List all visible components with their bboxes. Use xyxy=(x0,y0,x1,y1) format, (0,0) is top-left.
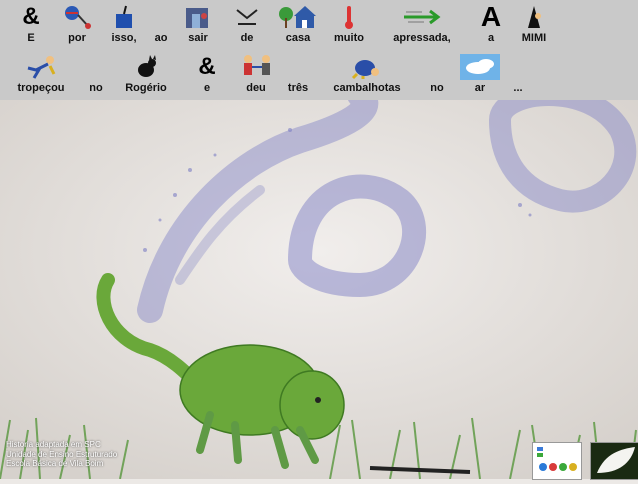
witch-icon xyxy=(528,6,541,28)
people-logo-icon xyxy=(537,447,577,471)
symbol-ellipsis: ... xyxy=(513,82,523,94)
credit-line: Escola Básica de Vila Boim xyxy=(6,459,104,468)
ampersand-symbol: & xyxy=(22,3,40,30)
symbol-apressada: apressada, xyxy=(382,0,462,50)
school-logo xyxy=(532,442,582,480)
sentence-row-1: & E por isso, ao sair de casa muito apre… xyxy=(0,0,638,50)
cat-smoke-illustration xyxy=(0,100,638,479)
symbol-isso: isso, xyxy=(106,0,142,50)
symbol-ao: ao xyxy=(154,32,168,44)
symbol-e2: & e xyxy=(190,50,224,100)
point-box-icon xyxy=(116,5,132,28)
symbol-rogerio: Rogério xyxy=(114,50,178,100)
credits: Historia adaptada em SPC Unidade de Ensi… xyxy=(6,440,117,469)
symbol-muito: muito xyxy=(326,0,372,50)
cause-icon xyxy=(65,6,91,29)
cat-icon xyxy=(138,55,156,77)
credit-line: Historia adaptada em SPC xyxy=(6,440,101,449)
symbol-deu: deu xyxy=(236,50,276,100)
symbol-tropecou: tropeçou xyxy=(8,50,74,100)
project-logo xyxy=(590,442,638,480)
symbol-casa: casa xyxy=(276,0,320,50)
somersault-icon xyxy=(351,60,379,80)
symbol-cambalhotas: cambalhotas xyxy=(322,50,412,100)
sentence-row-2: tropeçou no Rogério & e deu três cambalh… xyxy=(0,50,638,100)
credit-line: Unidade de Ensino Estruturado xyxy=(6,449,118,459)
house-icon xyxy=(279,6,316,28)
symbol-tres: três xyxy=(287,82,309,94)
sky-cloud-icon xyxy=(460,54,500,80)
symbol-e: & E xyxy=(14,0,48,50)
exit-icon xyxy=(186,8,208,28)
symbol-de: de xyxy=(230,0,264,50)
ampersand-symbol: & xyxy=(198,53,216,80)
fast-arrow-icon xyxy=(404,9,441,25)
symbol-no: no xyxy=(89,82,103,94)
symbol-mimi: MIMI xyxy=(514,0,554,50)
letter-a-symbol: A xyxy=(480,1,502,32)
symbol-ar: ar xyxy=(458,50,502,100)
illustration xyxy=(0,100,638,479)
symbol-band: & E por isso, ao sair de casa muito apre… xyxy=(0,0,638,100)
leaf-logo-icon xyxy=(597,447,635,473)
give-icon xyxy=(244,55,270,75)
thermometer-icon xyxy=(345,6,353,29)
symbol-sair: sair xyxy=(180,0,216,50)
symbol-por: por xyxy=(56,0,98,50)
from-arrow-icon xyxy=(236,9,258,25)
symbol-no2: no xyxy=(430,82,444,94)
symbol-a: A a xyxy=(474,0,508,50)
trip-icon xyxy=(27,56,56,79)
